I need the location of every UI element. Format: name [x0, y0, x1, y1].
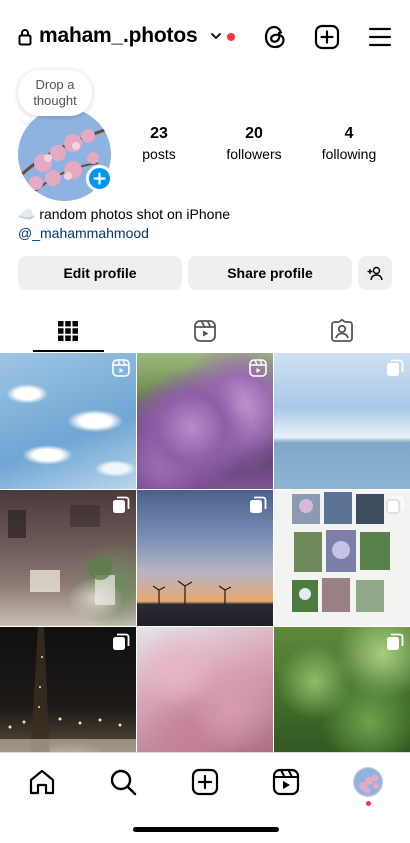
followers-count: 20 [245, 125, 263, 142]
search-icon[interactable] [108, 767, 138, 797]
threads-icon[interactable] [262, 24, 288, 50]
followers-label: followers [226, 146, 282, 162]
create-icon[interactable] [190, 767, 220, 797]
reel-badge-icon [112, 359, 130, 377]
tab-posts-grid[interactable] [0, 310, 136, 352]
following-label: following [321, 146, 377, 162]
post-tile-night-tower[interactable] [0, 627, 136, 763]
profile-nav-avatar[interactable] [353, 767, 383, 797]
carousel-icon [387, 633, 404, 650]
reel-badge-icon [249, 359, 267, 377]
post-tile-flower-collage[interactable] [274, 490, 410, 626]
followers-stat[interactable]: 20 followers [209, 125, 299, 162]
share-profile-button[interactable]: Share profile [188, 256, 352, 290]
plus-icon [93, 172, 106, 185]
posts-stat: 23 posts [114, 125, 204, 162]
post-tile-sea-sky[interactable] [274, 353, 410, 489]
tab-reels[interactable] [137, 310, 273, 352]
reels-nav-icon[interactable] [271, 767, 301, 797]
post-tile-purple-flowers[interactable] [137, 353, 273, 489]
notification-dot [227, 33, 235, 41]
tagged-icon [331, 319, 353, 342]
profile-tabs [0, 310, 410, 352]
post-tile-room-interior[interactable] [0, 490, 136, 626]
discover-people-button[interactable] [358, 256, 392, 290]
posts-label: posts [142, 146, 176, 162]
post-tile-sunset-turbines[interactable] [137, 490, 273, 626]
posts-count: 23 [150, 125, 168, 142]
carousel-icon [250, 496, 267, 513]
posts-grid [0, 353, 410, 763]
following-count: 4 [344, 125, 354, 142]
lock-icon [18, 29, 32, 46]
home-icon[interactable] [27, 767, 57, 797]
tab-tagged[interactable] [274, 310, 410, 352]
chevron-down-icon[interactable] [210, 31, 222, 41]
bio-text: ☁️ random photos shot on iPhone [18, 206, 231, 222]
post-tile-ferns[interactable] [274, 627, 410, 763]
post-tile-clouds[interactable] [0, 353, 136, 489]
add-story-button[interactable] [86, 165, 113, 192]
grid-icon [58, 321, 78, 341]
edit-profile-button[interactable]: Edit profile [18, 256, 182, 290]
profile-notification-dot [366, 801, 371, 806]
top-bar: maham_.photos [0, 0, 410, 70]
post-tile-pink-blossom[interactable] [137, 627, 273, 763]
username[interactable]: maham_.photos [39, 24, 198, 48]
carousel-icon [113, 496, 130, 513]
bio-link[interactable]: @_mahammahmood [18, 225, 149, 241]
carousel-icon [386, 496, 404, 514]
carousel-icon [387, 359, 404, 376]
carousel-icon [113, 633, 130, 650]
following-stat[interactable]: 4 following [304, 125, 394, 162]
thought-bubble[interactable]: Drop a thought [18, 70, 92, 116]
add-user-icon [367, 266, 383, 281]
create-post-icon[interactable] [314, 24, 340, 50]
menu-icon[interactable] [367, 24, 393, 50]
thought-bubble-tail [22, 115, 30, 123]
home-indicator [133, 827, 279, 832]
reels-icon [194, 320, 216, 342]
active-tab-indicator [33, 350, 104, 352]
